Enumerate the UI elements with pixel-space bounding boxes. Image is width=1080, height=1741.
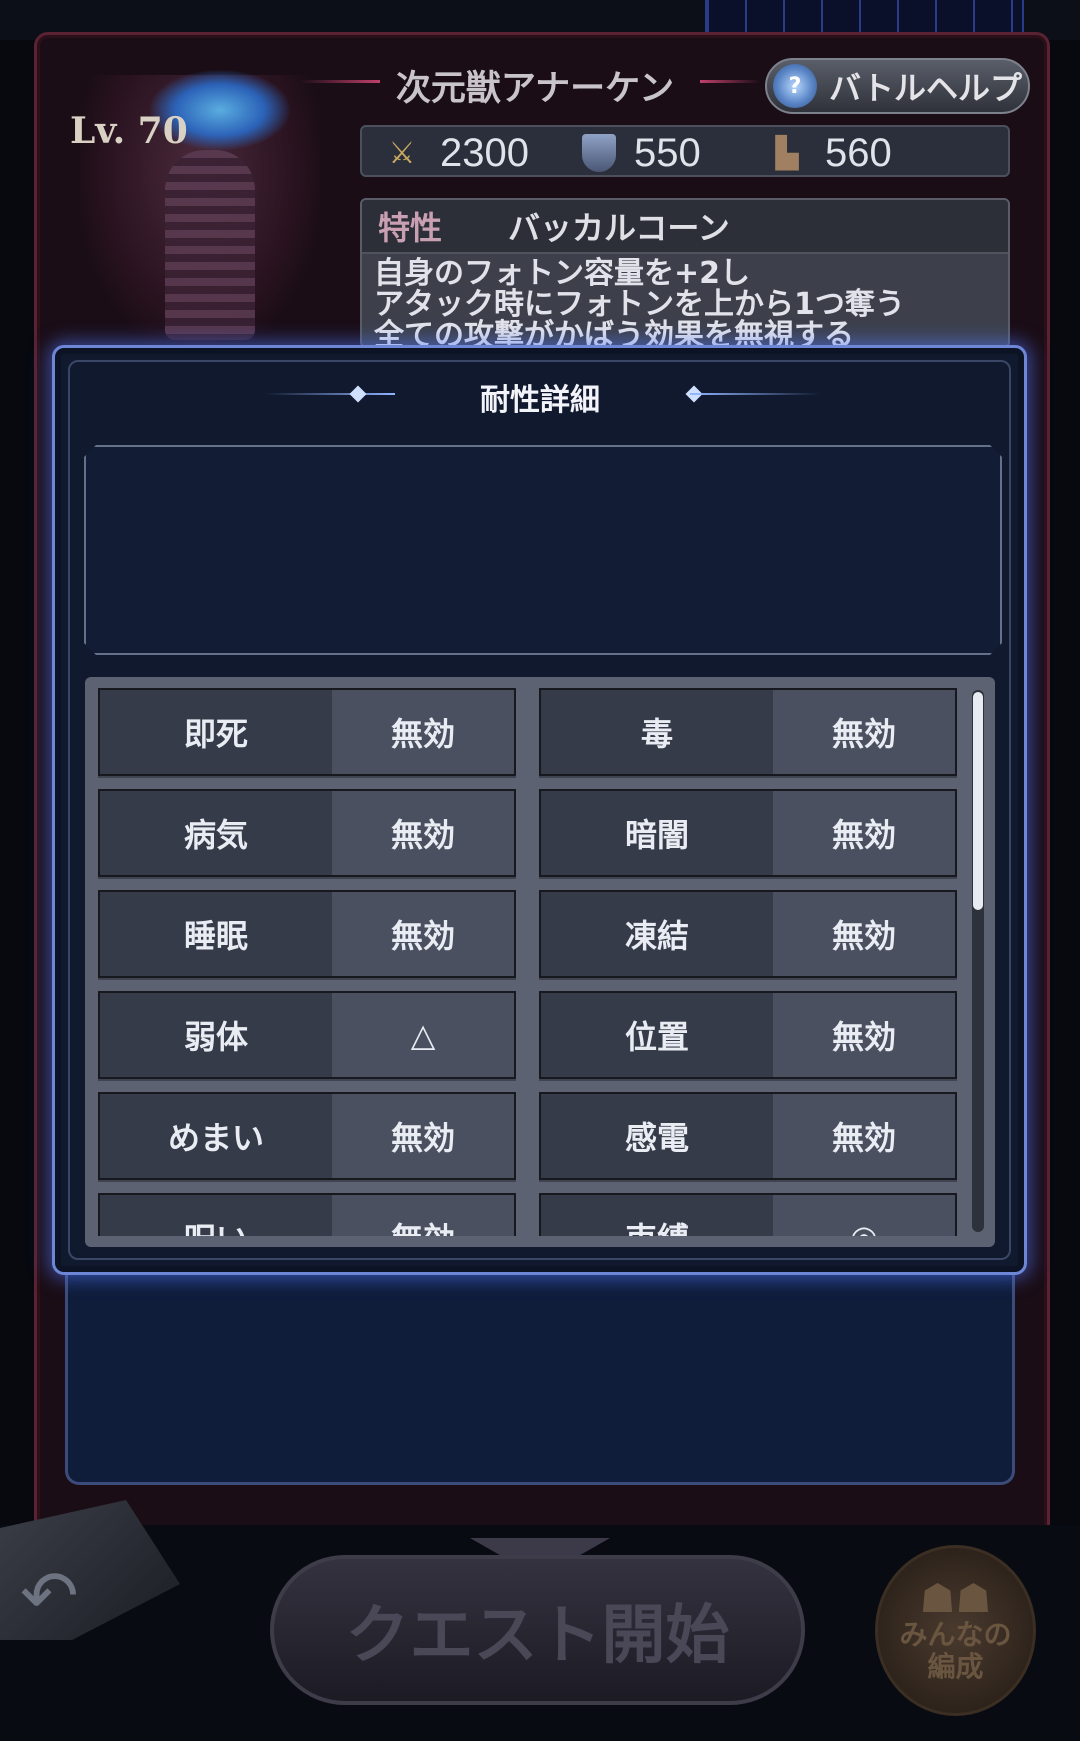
name-decoration-left <box>300 80 380 83</box>
resistance-row: 弱体 △ 位置 無効 <box>98 991 958 1079</box>
party-slots-strip <box>705 0 1024 34</box>
enemy-stats-bar: ⚔ 2300 550 ▙ 560 <box>360 125 1010 177</box>
enemy-level: Lv. 70 <box>70 110 188 152</box>
resistance-name: 感電 <box>541 1094 773 1178</box>
defense-value: 550 <box>634 130 701 175</box>
resistance-name: 毒 <box>541 690 773 774</box>
title-decoration-left <box>265 393 395 395</box>
lower-info-area <box>65 1270 1015 1485</box>
trait-header: 特性 バッカルコーン <box>362 200 1008 254</box>
resistance-cell: 毒 無効 <box>539 688 957 776</box>
trait-description: 自身のフォトン容量を+2し アタック時にフォトンを上から1つ奪う 全ての攻撃がか… <box>362 254 1008 348</box>
resistance-cell: 即死 無効 <box>98 688 516 776</box>
resistance-value: 無効 <box>773 690 955 774</box>
quest-start-label: クエスト開始 <box>345 1599 730 1673</box>
trait-line: 自身のフォトン容量を+2し <box>374 256 751 291</box>
resistance-name: 位置 <box>541 993 773 1077</box>
resistance-value: 無効 <box>773 993 955 1077</box>
team-label-2: 編成 <box>927 1649 984 1683</box>
trait-name: バッカルコーン <box>508 209 730 247</box>
resistance-value: 無効 <box>773 892 955 976</box>
resistance-value: ◎ <box>773 1195 955 1236</box>
help-icon: ? <box>773 64 817 108</box>
trait-line: 全ての攻撃がかばう効果を無視する <box>374 318 854 348</box>
resistance-cell: 呪い 無効 <box>98 1193 516 1236</box>
resistance-name: 凍結 <box>541 892 773 976</box>
resistance-value: 無効 <box>332 1094 514 1178</box>
resistance-row: 呪い 無効 束縛 ◎ <box>98 1193 958 1236</box>
trait-label: 特性 <box>378 209 443 247</box>
enemy-portrait-body <box>165 150 255 340</box>
resistance-cell: 弱体 △ <box>98 991 516 1079</box>
resistance-value: 無効 <box>773 1094 955 1178</box>
attack-stat: ⚔ 2300 <box>382 127 529 179</box>
back-arrow-icon[interactable]: ↶ <box>20 1555 79 1637</box>
resistance-name: 病気 <box>100 791 332 875</box>
speed-value: 560 <box>825 130 892 175</box>
team-formation-button[interactable]: ☗☗ みんなの 編成 <box>875 1545 1036 1716</box>
resistance-cell: 感電 無効 <box>539 1092 957 1180</box>
resistance-row: 即死 無効 毒 無効 <box>98 688 958 776</box>
resistance-list-viewport: 即死 無効 毒 無効 病気 無効 暗闇 無効 睡眠 無効 凍結 無効 弱体 △ … <box>98 688 958 1236</box>
battle-help-button[interactable]: ? バトルヘルプ <box>765 58 1030 114</box>
resistance-name: 即死 <box>100 690 332 774</box>
resistance-cell: 睡眠 無効 <box>98 890 516 978</box>
resistance-cell: 病気 無効 <box>98 789 516 877</box>
boot-icon: ▙ <box>775 136 799 170</box>
resistance-value: △ <box>332 993 514 1077</box>
resistance-cell: 暗闇 無効 <box>539 789 957 877</box>
resistance-name: めまい <box>100 1094 332 1178</box>
shield-icon <box>582 134 616 172</box>
resistance-name: 呪い <box>100 1195 332 1236</box>
resistance-value: 無効 <box>773 791 955 875</box>
modal-title: 耐性詳細 <box>480 383 600 418</box>
resistance-value: 無効 <box>332 1195 514 1236</box>
battle-help-label: バトルヘルプ <box>829 69 1022 107</box>
resistance-row: めまい 無効 感電 無効 <box>98 1092 958 1180</box>
resistance-description-box <box>84 445 1002 655</box>
defense-stat: 550 <box>582 127 701 179</box>
resistance-name: 睡眠 <box>100 892 332 976</box>
speed-stat: ▙ 560 <box>767 127 892 179</box>
trait-line: アタック時にフォトンを上から1つ奪う <box>374 287 905 322</box>
resistance-name: 暗闇 <box>541 791 773 875</box>
resistance-row: 睡眠 無効 凍結 無効 <box>98 890 958 978</box>
sword-icon: ⚔ <box>388 136 416 170</box>
title-decoration-right <box>690 393 820 395</box>
resistance-name: 束縛 <box>541 1195 773 1236</box>
resistance-scrollbar-thumb[interactable] <box>973 692 983 910</box>
resistance-value: 無効 <box>332 690 514 774</box>
people-icon: ☗☗ <box>919 1575 992 1622</box>
resistance-cell: 束縛 ◎ <box>539 1193 957 1236</box>
resistance-list[interactable]: 即死 無効 毒 無効 病気 無効 暗闇 無効 睡眠 無効 凍結 無効 弱体 △ … <box>85 677 995 1247</box>
resistance-name: 弱体 <box>100 993 332 1077</box>
resistance-value: 無効 <box>332 791 514 875</box>
name-decoration-right <box>700 80 760 83</box>
team-label-1: みんなの <box>899 1617 1012 1651</box>
resistance-cell: めまい 無効 <box>98 1092 516 1180</box>
attack-value: 2300 <box>440 130 529 175</box>
trait-box: 特性 バッカルコーン 自身のフォトン容量を+2し アタック時にフォトンを上から1… <box>360 198 1010 348</box>
resistance-row: 病気 無効 暗闇 無効 <box>98 789 958 877</box>
quest-start-button[interactable]: クエスト開始 <box>270 1555 805 1705</box>
resistance-cell: 凍結 無効 <box>539 890 957 978</box>
resistance-cell: 位置 無効 <box>539 991 957 1079</box>
resistance-value: 無効 <box>332 892 514 976</box>
enemy-name: 次元獣アナーケン <box>395 69 675 109</box>
